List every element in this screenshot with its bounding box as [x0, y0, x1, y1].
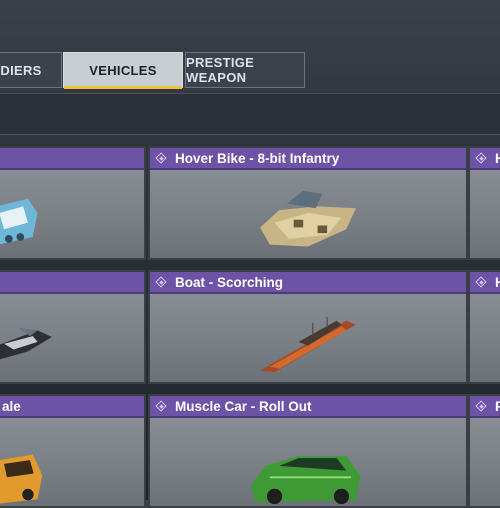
- card-header: R: [470, 396, 500, 418]
- vehicle-card[interactable]: Hover Bike - 8-bit Infantry: [148, 146, 468, 260]
- muscle-car-image: [250, 456, 361, 505]
- card-header: ale: [0, 396, 144, 418]
- vehicle-card[interactable]: H: [468, 146, 500, 260]
- card-title: R: [495, 398, 500, 414]
- card-header: Boat - Scorching: [150, 272, 466, 294]
- diamond-icon: [476, 401, 487, 412]
- card-header: H: [470, 148, 500, 170]
- diamond-icon: [476, 277, 487, 288]
- tank-image: [0, 198, 38, 245]
- tab-vehicles[interactable]: VEHICLES: [63, 52, 183, 89]
- vehicle-card[interactable]: Boat - Scorching: [148, 270, 468, 384]
- vehicle-card[interactable]: H: [468, 270, 500, 384]
- vehicle-image: [470, 294, 500, 382]
- vehicle-card[interactable]: R: [468, 394, 500, 508]
- vehicle-card[interactable]: Muscle Car - Roll Out: [148, 394, 468, 508]
- vehicle-image: [150, 170, 466, 258]
- card-header: Muscle Car - Roll Out: [150, 396, 466, 418]
- vehicle-image: [470, 418, 500, 506]
- boat-image: [260, 316, 356, 373]
- diamond-icon: [156, 153, 167, 164]
- diamond-icon: [476, 153, 487, 164]
- tab-prestige-weapon[interactable]: PRESTIGE WEAPON: [185, 52, 305, 88]
- card-header: Hover Bike - 8-bit Infantry: [150, 148, 466, 170]
- vehicle-image: [150, 418, 466, 506]
- vehicle-card[interactable]: [0, 270, 146, 384]
- vehicle-image: [470, 170, 500, 258]
- vehicle-image: [0, 418, 144, 506]
- card-title: Muscle Car - Roll Out: [175, 398, 312, 414]
- vehicle-image: [150, 294, 466, 382]
- card-title: Hover Bike - 8-bit Infantry: [175, 150, 340, 166]
- category-tabs: DIERS VEHICLES PRESTIGE WEAPON: [0, 50, 500, 90]
- vehicle-card[interactable]: ale: [0, 394, 146, 508]
- vehicle-card[interactable]: [0, 146, 146, 260]
- card-title: H: [495, 274, 500, 290]
- card-title: H: [495, 150, 500, 166]
- card-title: Boat - Scorching: [175, 274, 284, 290]
- card-title: ale: [2, 398, 21, 414]
- card-header: H: [470, 272, 500, 294]
- vehicle-image: [0, 294, 144, 382]
- card-header: [0, 272, 144, 294]
- hover-bike-image: [260, 191, 356, 247]
- diamond-icon: [156, 277, 167, 288]
- vehicle-image: [0, 170, 144, 258]
- vehicle-grid: Hover Bike - 8-bit Infantry H Boat - Sco…: [0, 146, 500, 508]
- diamond-icon: [156, 401, 167, 412]
- aircraft-image: [0, 327, 52, 360]
- car-image: [0, 454, 43, 504]
- card-header: [0, 148, 144, 170]
- filter-band: [0, 93, 500, 135]
- tab-soldiers[interactable]: DIERS: [0, 52, 62, 88]
